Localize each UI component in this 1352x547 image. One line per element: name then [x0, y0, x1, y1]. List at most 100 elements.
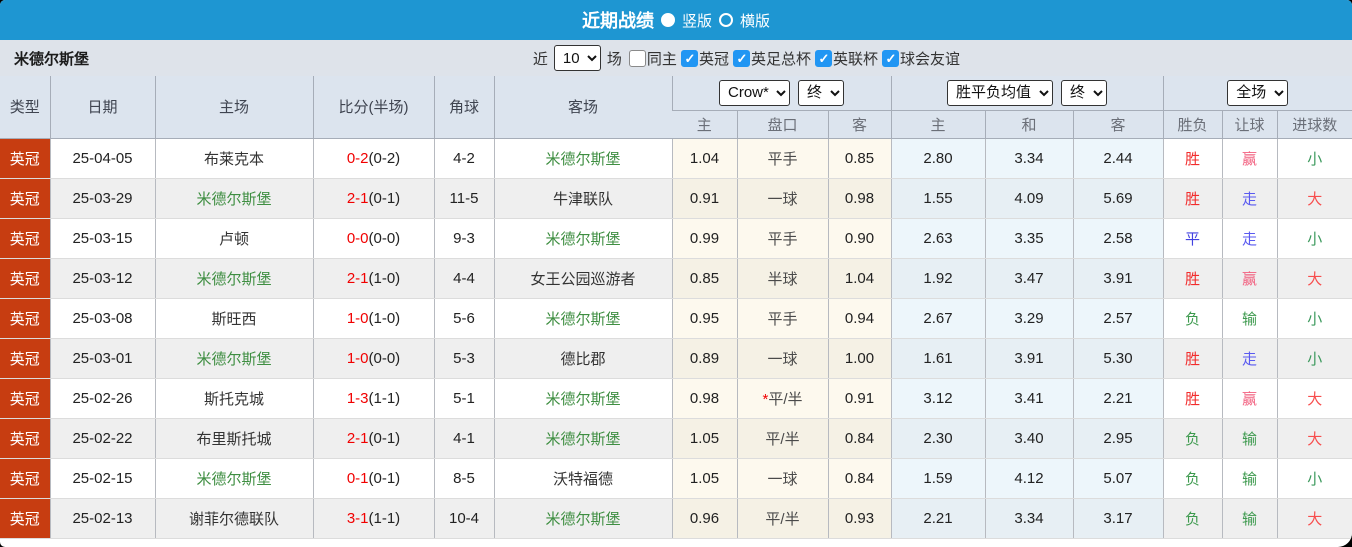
same-home-checkbox[interactable] — [628, 49, 646, 67]
competition-1-label: 英足总杯 — [750, 50, 811, 68]
recent-prefix-label: 近 — [532, 50, 548, 68]
avg-type-select[interactable]: 胜平负均值 — [947, 79, 1054, 106]
avg-home-cell: 2.21 — [890, 498, 985, 539]
home-team-cell[interactable]: 布莱克本 — [154, 138, 313, 179]
avg-away-cell: 2.95 — [1072, 418, 1164, 459]
table-row: 英冠 25-02-13 谢菲尔德联队 3-1(1-1) 10-4 米德尔斯堡 0.96 平/半… — [0, 498, 1352, 539]
vertical-layout-radio[interactable] — [660, 13, 675, 27]
avg-home-cell: 2.80 — [890, 138, 985, 179]
subcol-odds-home: 主 — [672, 110, 737, 139]
score-cell: 0-2(0-2) — [312, 138, 434, 179]
table-row: 英冠 25-02-15 米德尔斯堡 0-1(0-1) 8-5 沃特福德 1.05 一球 0.84… — [0, 458, 1352, 499]
odds-company-select[interactable]: Crow* — [719, 79, 790, 106]
score-cell: 2-1(0-1) — [312, 178, 434, 219]
home-team-cell[interactable]: 斯旺西 — [154, 298, 313, 339]
horizontal-layout-label[interactable]: 横版 — [740, 10, 770, 31]
scope-group-header: 全场 — [1162, 76, 1352, 111]
handicap-result-cell: 走 — [1221, 338, 1278, 379]
competition-0-checkbox[interactable] — [680, 49, 698, 67]
away-team-cell[interactable]: 米德尔斯堡 — [493, 378, 672, 419]
handicap-cell: *平/半 — [736, 378, 828, 419]
home-team-cell[interactable]: 卢顿 — [154, 218, 313, 259]
league-cell: 英冠 — [0, 298, 50, 339]
date-cell: 25-02-15 — [49, 458, 155, 499]
goals-cell: 小 — [1276, 458, 1352, 499]
odds-away-cell: 0.84 — [827, 458, 891, 499]
avg-away-cell: 3.17 — [1072, 498, 1164, 539]
score-cell: 1-0(1-0) — [312, 298, 434, 339]
away-team-cell[interactable]: 米德尔斯堡 — [493, 498, 672, 539]
competition-0-label: 英冠 — [698, 50, 729, 68]
horizontal-layout-radio[interactable] — [719, 13, 733, 27]
goals-cell: 小 — [1276, 338, 1352, 379]
avg-away-cell: 5.07 — [1072, 458, 1164, 499]
avg-home-cell: 2.30 — [890, 418, 985, 459]
home-team-cell[interactable]: 米德尔斯堡 — [154, 258, 313, 299]
odds-home-cell: 0.98 — [671, 378, 737, 419]
table-row: 英冠 25-03-15 卢顿 0-0(0-0) 9-3 米德尔斯堡 0.99 平手 0.90 2.… — [0, 218, 1352, 259]
avg-time-select[interactable]: 终 — [1061, 79, 1108, 106]
score-cell: 3-1(1-1) — [312, 498, 434, 539]
league-cell: 英冠 — [0, 458, 50, 499]
date-cell: 25-02-13 — [49, 498, 155, 539]
goals-cell: 大 — [1276, 498, 1352, 539]
col-header-type: 类型 — [0, 76, 50, 139]
vertical-layout-label[interactable]: 竖版 — [682, 10, 712, 31]
handicap-cell: 平手 — [736, 218, 828, 259]
odds-time-select[interactable]: 终 — [798, 79, 844, 106]
avg-home-cell: 2.63 — [890, 218, 985, 259]
home-team-cell[interactable]: 米德尔斯堡 — [154, 178, 313, 219]
away-team-cell[interactable]: 牛津联队 — [493, 178, 672, 219]
avg-away-cell: 2.57 — [1072, 298, 1164, 339]
odds-away-cell: 0.90 — [827, 218, 891, 259]
odds-group-header: Crow* 终 — [671, 76, 891, 111]
recent-count-select[interactable]: 10 — [553, 45, 601, 71]
avg-home-cell: 3.12 — [890, 378, 985, 419]
score-cell: 0-1(0-1) — [312, 458, 434, 499]
handicap-cell: 平手 — [736, 138, 828, 179]
odds-home-cell: 1.05 — [671, 418, 737, 459]
scope-select[interactable]: 全场 — [1227, 79, 1289, 106]
corners-cell: 5-1 — [433, 378, 494, 419]
odds-home-cell: 1.04 — [671, 138, 737, 179]
away-team-cell[interactable]: 德比郡 — [493, 338, 672, 379]
home-team-cell[interactable]: 米德尔斯堡 — [154, 338, 313, 379]
handicap-cell: 平/半 — [736, 418, 828, 459]
avg-away-cell: 2.44 — [1072, 138, 1164, 179]
away-team-cell[interactable]: 米德尔斯堡 — [493, 418, 672, 459]
competition-3-checkbox[interactable] — [881, 49, 899, 67]
goals-cell: 大 — [1276, 178, 1352, 219]
score-cell: 1-0(0-0) — [312, 338, 434, 379]
result-cell: 负 — [1162, 458, 1223, 499]
team-name: 米德尔斯堡 — [14, 50, 90, 68]
recent-suffix-label: 场 — [606, 50, 622, 68]
league-cell: 英冠 — [0, 178, 50, 219]
home-team-cell[interactable]: 斯托克城 — [154, 378, 313, 419]
competition-1-checkbox[interactable] — [732, 49, 750, 67]
odds-home-cell: 1.05 — [671, 458, 737, 499]
away-team-cell[interactable]: 米德尔斯堡 — [493, 298, 672, 339]
subcol-handicap-result: 让球 — [1221, 110, 1278, 139]
filter-cluster: 近 10 场 同主 英冠 英足总杯 英联杯 球会友谊 — [533, 45, 960, 71]
avg-home-cell: 1.55 — [890, 178, 985, 219]
results-table: 类型 日期 主场 比分(半场) 角球 客场 Crow* 终 胜平负均值 终 全场… — [0, 76, 1352, 539]
handicap-result-cell: 输 — [1221, 458, 1278, 499]
subcol-result: 胜负 — [1162, 110, 1223, 139]
home-team-cell[interactable]: 米德尔斯堡 — [154, 458, 313, 499]
handicap-cell: 半球 — [736, 258, 828, 299]
goals-cell: 大 — [1276, 418, 1352, 459]
away-team-cell[interactable]: 女王公园巡游者 — [493, 258, 672, 299]
result-cell: 胜 — [1162, 178, 1223, 219]
handicap-result-cell: 走 — [1221, 178, 1278, 219]
odds-home-cell: 0.99 — [671, 218, 737, 259]
away-team-cell[interactable]: 米德尔斯堡 — [493, 138, 672, 179]
date-cell: 25-03-08 — [49, 298, 155, 339]
handicap-cell: 平/半 — [736, 498, 828, 539]
competition-2-checkbox[interactable] — [814, 49, 832, 67]
table-row: 英冠 25-03-29 米德尔斯堡 2-1(0-1) 11-5 牛津联队 0.91 一球 0.9… — [0, 178, 1352, 219]
league-cell: 英冠 — [0, 218, 50, 259]
home-team-cell[interactable]: 谢菲尔德联队 — [154, 498, 313, 539]
away-team-cell[interactable]: 米德尔斯堡 — [493, 218, 672, 259]
home-team-cell[interactable]: 布里斯托城 — [154, 418, 313, 459]
away-team-cell[interactable]: 沃特福德 — [493, 458, 672, 499]
